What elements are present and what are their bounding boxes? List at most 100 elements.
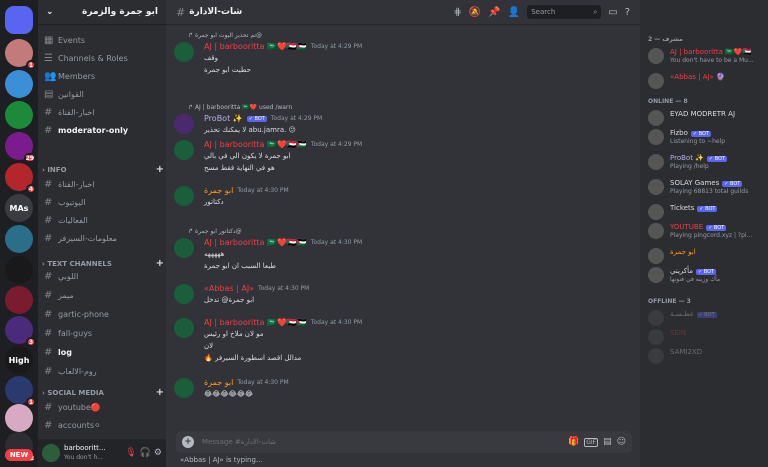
category-label: › TEXT CHANNELS xyxy=(42,259,112,268)
mic-muted-icon[interactable]: 🎙 xyxy=(125,448,136,458)
author-name[interactable]: «Abbas | AJ» xyxy=(204,284,254,293)
channel-item[interactable]: # fall-guys xyxy=(44,325,162,341)
member-item[interactable]: Fizbo ✓ BOT Listening to ~help xyxy=(648,129,764,149)
avatar[interactable] xyxy=(42,444,60,462)
avatar[interactable] xyxy=(174,284,194,304)
author-name[interactable]: AJ | barbooritta 🇸🇦❤️🇸🇩🇵🇸 xyxy=(204,42,307,51)
help-icon[interactable]: ? xyxy=(625,7,630,18)
message-text: لا يمكنك تحذير abu.jamra. 😕 xyxy=(204,126,296,134)
category-info[interactable]: › INFO + xyxy=(42,164,164,175)
channel-label: اخبار-القناة xyxy=(58,107,95,117)
server-icon[interactable]: 4 xyxy=(5,163,36,194)
channel-item[interactable]: # accounts⚪ xyxy=(44,417,162,433)
members-icon[interactable]: 👤 xyxy=(508,7,520,18)
author-name[interactable]: ProBot ✨ xyxy=(204,114,243,123)
server-icon[interactable] xyxy=(5,256,33,284)
avatar[interactable] xyxy=(174,140,194,160)
server-icon[interactable]: High xyxy=(5,346,33,374)
member-item[interactable]: ابو جمرة xyxy=(648,248,764,268)
member-item[interactable]: YOUTUBE ✓ BOT Playing pingcord.xyz | ?pi..… xyxy=(648,223,764,243)
server-icon[interactable]: 29 xyxy=(5,132,36,163)
message-input[interactable]: Message #شات-الادارة xyxy=(202,438,568,446)
channel-label: القوانين xyxy=(58,89,84,99)
channel-item[interactable]: # gartic-phone xyxy=(44,306,162,322)
unread-badge: 1 xyxy=(26,397,36,407)
avatar xyxy=(648,329,664,345)
member-item[interactable]: ProBot ✨ ✓ BOT Playing /help xyxy=(648,154,764,174)
channel-label: الفعاليات xyxy=(58,215,88,225)
gift-icon[interactable]: 🎁 xyxy=(568,437,579,447)
bot-badge: ✓ BOT xyxy=(246,115,267,122)
server-header[interactable]: ⌄ ابو جمرة والزمرة xyxy=(38,0,166,25)
channel-label: Channels & Roles xyxy=(58,53,128,63)
inbox-icon[interactable]: ▭ xyxy=(608,7,617,18)
channel-item[interactable]: # اللوبي xyxy=(44,268,162,284)
sidebar-item-top[interactable]: # اخبار-القناة xyxy=(44,104,162,120)
bell-mute-icon[interactable]: 🔕 xyxy=(469,7,481,18)
avatar[interactable] xyxy=(174,114,194,134)
sidebar-item-top[interactable]: ☰ Channels & Roles xyxy=(44,50,162,66)
emoji-icon[interactable]: ☺ xyxy=(617,437,626,447)
pin-icon[interactable]: 📌 xyxy=(488,7,500,18)
server-icon[interactable] xyxy=(5,286,33,314)
message-composer[interactable]: + Message #شات-الادارة 🎁 GIF ▤ ☺ xyxy=(176,431,632,453)
add-attachment-icon[interactable]: + xyxy=(182,436,194,448)
member-item[interactable]: «Abbas | AJ» 🔮 xyxy=(648,73,764,93)
category-social[interactable]: › SOCIAL MEDIA + xyxy=(42,387,164,398)
add-channel-icon[interactable]: + xyxy=(156,387,164,398)
server-icon[interactable]: MAs xyxy=(5,194,33,222)
member-item[interactable]: SAMI2XD xyxy=(648,348,764,368)
avatar[interactable] xyxy=(174,238,194,258)
channel-item[interactable]: # اليوتيوب xyxy=(44,194,162,210)
sticker-icon[interactable]: ▤ xyxy=(603,437,612,447)
home-icon[interactable] xyxy=(5,6,33,34)
author-name[interactable]: AJ | barbooritta 🇸🇦❤️🇸🇩🇵🇸 xyxy=(204,238,307,247)
avatar[interactable] xyxy=(174,378,194,398)
channel-item[interactable]: # ميمز xyxy=(44,287,162,303)
reply-preview[interactable]: ↱ AJ | barbooritta 🇸🇦❤️ used /warn xyxy=(188,104,292,111)
sidebar-item-top[interactable]: ▦ Events xyxy=(44,32,162,48)
channel-item[interactable]: # روم-الالعاب xyxy=(44,363,162,379)
hash-icon: # xyxy=(44,346,53,358)
sidebar-item-top[interactable]: # moderator-only xyxy=(44,122,162,138)
avatar[interactable] xyxy=(174,186,194,206)
search-input[interactable]: Search ⌕ xyxy=(527,5,602,19)
server-icon[interactable]: 1 xyxy=(5,376,36,407)
gif-button[interactable]: GIF xyxy=(584,437,599,447)
member-item[interactable]: SOLAY Games ✓ BOT Playing 68813 total guil… xyxy=(648,179,764,199)
avatar[interactable] xyxy=(174,318,194,338)
server-icon[interactable]: 1 xyxy=(5,39,36,70)
channel-item[interactable]: # youtube🔴 xyxy=(44,399,162,415)
author-name[interactable]: AJ | barbooritta 🇸🇦❤️🇸🇩🇵🇸 xyxy=(204,318,307,327)
server-icon[interactable] xyxy=(5,101,33,129)
author-name[interactable]: AJ | barbooritta 🇸🇦❤️🇸🇩🇵🇸 xyxy=(204,140,307,149)
channel-item[interactable]: # معلومات-السيرفر xyxy=(44,230,162,246)
headphones-icon[interactable]: 🎧 xyxy=(140,448,151,458)
threads-icon[interactable]: ⋕ xyxy=(453,7,461,18)
channel-item[interactable]: # اخبار-القناة xyxy=(44,176,162,192)
gear-icon[interactable]: ⚙ xyxy=(154,448,162,458)
reply-preview[interactable]: ↱ دكتاتور ابو جمرة@ xyxy=(188,228,242,235)
add-channel-icon[interactable]: + xyxy=(156,164,164,175)
channel-item[interactable]: # الفعاليات xyxy=(44,212,162,228)
reply-preview[interactable]: ↱ تم تحذير اليوت ابو جمرة@ xyxy=(188,32,262,39)
server-icon[interactable] xyxy=(5,404,33,432)
server-icon[interactable] xyxy=(5,70,33,98)
avatar[interactable] xyxy=(174,42,194,62)
author-name[interactable]: ابو جمرة xyxy=(204,186,233,195)
member-item[interactable]: AJ | barbooritta 🇸🇦❤️🇸🇩 You don't have to… xyxy=(648,48,764,68)
member-item[interactable]: Tickets ✓ BOT xyxy=(648,204,764,224)
hash-icon: ☰ xyxy=(44,52,53,64)
new-badge[interactable]: NEW xyxy=(5,449,33,461)
category-label: › SOCIAL MEDIA xyxy=(42,388,104,397)
server-icon[interactable]: 3 xyxy=(5,316,36,347)
sidebar-item-top[interactable]: ▤ القوانين xyxy=(44,86,162,102)
member-item[interactable]: SEIN xyxy=(648,329,764,349)
author-name[interactable]: ابو جمرة xyxy=(204,378,233,387)
server-icon[interactable] xyxy=(5,225,33,253)
member-item[interactable]: مأكريني ✓ BOT مأك وزينه في فنونها xyxy=(648,267,764,287)
sidebar-item-top[interactable]: 👥 Members xyxy=(44,68,162,84)
member-item[interactable]: غطـسـة ✓ BOT xyxy=(648,310,764,330)
member-item[interactable]: EYAD MODRETR AJ xyxy=(648,110,764,130)
channel-item[interactable]: # log xyxy=(44,344,162,360)
